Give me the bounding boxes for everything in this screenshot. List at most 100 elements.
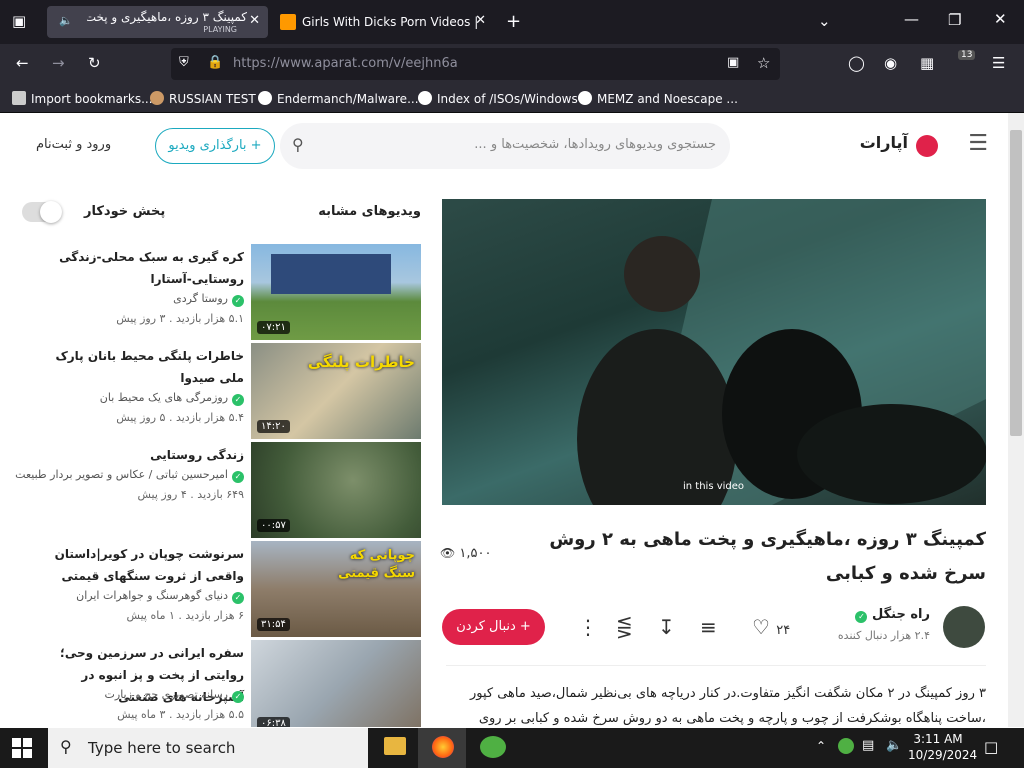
more-options-icon[interactable]: ⋮ [578, 615, 598, 639]
channel-text[interactable]: روستا گردی [173, 292, 228, 305]
notification-icon[interactable]: □ [984, 738, 998, 756]
related-video-title[interactable]: سرنوشت چوپان در کویر|داستان واقعی از ثرو… [29, 543, 244, 587]
menu-icon[interactable]: ☰ [992, 54, 1005, 72]
related-video-title[interactable]: کره گیری به سبک محلی-زندگی روستایی-آستار… [29, 246, 244, 290]
related-video-title[interactable]: زندگی روستایی [29, 444, 244, 466]
url-text[interactable]: https://www.aparat.com/v/eejhn6a [233, 56, 458, 71]
taskbar-clock[interactable]: 3:11 AM 10/29/2024 [908, 731, 978, 763]
like-button[interactable]: ۲۴ ♡ [752, 615, 790, 639]
bookmark-endermanch[interactable]: Endermanch/Malware... [258, 91, 419, 106]
lock-icon[interactable]: 🔒 [207, 55, 223, 70]
close-icon[interactable]: ✕ [475, 13, 486, 28]
google-icon [418, 91, 432, 105]
login-link[interactable]: ورود و ثبت‌نام [36, 137, 111, 152]
network-icon[interactable]: ▤ [862, 738, 874, 753]
pocket-icon[interactable]: ◯ [848, 54, 865, 72]
channel-name[interactable]: راه جنگل ✓ [851, 607, 930, 623]
chevron-down-icon[interactable]: ⌄ [818, 12, 831, 30]
channel-text[interactable]: دنیای گوهرسنگ و جواهرات ایران [76, 589, 228, 602]
scrollbar-thumb[interactable] [1010, 130, 1022, 436]
account-icon[interactable]: ◉ [884, 54, 897, 72]
favicon-icon [280, 14, 296, 30]
related-video-channel[interactable]: ✓ روزمرگی های یک محیط بان [100, 391, 244, 406]
related-video-channel[interactable]: ✓ امیرحسین ثباتی / عکاس و تصویر بردار طبی… [15, 468, 244, 483]
related-video-card[interactable]: خاطرات پلنگی ۱۴:۲۰ خاطرات پلنگی محیط بان… [22, 343, 422, 439]
close-icon[interactable]: ✕ [249, 13, 260, 28]
channel-text[interactable]: رسانه تصویری حج و زیارت [105, 688, 228, 701]
taskbar-search-box[interactable]: ⚲ Type here to search [48, 728, 368, 768]
file-explorer-icon[interactable] [384, 737, 406, 755]
volume-icon[interactable]: 🔈 [886, 738, 902, 753]
google-icon [258, 91, 272, 105]
search-placeholder[interactable]: جستجوی ویدیوهای رویدادها، شخصیت‌ها و ... [474, 137, 716, 152]
related-video-channel[interactable]: ✓ رسانه تصویری حج و زیارت [105, 688, 244, 703]
back-icon[interactable]: ← [16, 54, 29, 72]
video-duration: ۱۴:۲۰ [257, 420, 290, 433]
site-logo[interactable]: آپارات [860, 133, 908, 152]
hamburger-icon[interactable]: ☰ [968, 131, 988, 156]
video-player[interactable]: in this video [442, 199, 986, 505]
shield-icon[interactable]: ⛨ [179, 55, 189, 70]
extensions-icon[interactable]: ▦ [920, 54, 934, 72]
url-bar[interactable]: ⛨ 🔒 https://www.aparat.com/v/eejhn6a ▣ ☆ [171, 48, 780, 80]
autoplay-toggle[interactable] [22, 201, 62, 223]
maximize-icon[interactable]: ❐ [948, 11, 961, 29]
video-thumbnail[interactable]: خاطرات پلنگی ۱۴:۲۰ [251, 343, 421, 439]
speaker-icon[interactable]: 🔈 [59, 14, 73, 27]
new-tab-icon[interactable]: + [506, 11, 521, 32]
divider [446, 665, 986, 666]
verified-icon: ✓ [232, 471, 244, 483]
star-icon[interactable]: ☆ [757, 54, 770, 72]
add-to-playlist-icon[interactable]: ≡ [700, 615, 717, 639]
bookmark-memz[interactable]: MEMZ and Noescape ... [578, 91, 738, 106]
channel-text[interactable]: روزمرگی های یک محیط بان [100, 391, 228, 404]
forward-icon[interactable]: → [52, 54, 65, 72]
video-thumbnail[interactable]: ۰۰:۵۷ [251, 442, 421, 538]
users-app-icon[interactable] [480, 736, 506, 758]
related-video-channel[interactable]: ✓ دنیای گوهرسنگ و جواهرات ایران [76, 589, 244, 604]
tab-list-icon[interactable]: ▣ [12, 12, 26, 30]
upload-video-button[interactable]: + بارگذاری ویدیو [155, 128, 275, 164]
download-icon[interactable]: ↧ [658, 615, 675, 639]
related-video-title[interactable]: خاطرات پلنگی محیط بانان پارک ملی صیدوا [29, 345, 244, 389]
thumbnail-text: خاطرات پلنگی [307, 353, 415, 371]
follow-button[interactable]: + دنبال کردن [442, 609, 545, 645]
picture-in-picture-icon[interactable]: ▣ [727, 55, 739, 70]
channel-text[interactable]: امیرحسین ثباتی / عکاس و تصویر بردار طبیع… [15, 468, 228, 481]
search-icon[interactable]: ⚲ [292, 135, 304, 154]
search-box[interactable]: جستجوی ویدیوهای رویدادها، شخصیت‌ها و ...… [280, 123, 730, 169]
bookmark-isos[interactable]: Index of /ISOs/Windows [418, 91, 578, 106]
related-video-card[interactable]: ۰۰:۵۷ زندگی روستایی ✓ امیرحسین ثباتی / عک… [15, 442, 422, 538]
chevron-up-icon[interactable]: ⌃ [816, 739, 826, 753]
related-video-channel[interactable]: ✓ روستا گردی [173, 292, 244, 307]
firefox-icon[interactable] [432, 736, 454, 758]
reload-icon[interactable]: ↻ [88, 54, 101, 72]
toggle-knob[interactable] [40, 201, 62, 223]
heart-icon[interactable]: ♡ [752, 615, 770, 639]
minimize-icon[interactable]: — [904, 10, 919, 28]
tab-aparat[interactable]: 🔈 کمپینگ ۳ روزه ،ماهیگیری و پخت PLAYING … [47, 6, 268, 38]
channel-avatar[interactable] [943, 606, 985, 648]
bookmark-label: Index of /ISOs/Windows [437, 92, 578, 106]
share-icon[interactable]: ⋛ [616, 615, 633, 639]
video-thumbnail[interactable]: ۰۶:۳۸ [251, 640, 421, 727]
windows-taskbar: ⚲ Type here to search ⌃ ▤ 🔈 3:11 AM 10/2… [0, 728, 1024, 768]
clock-date: 10/29/2024 [908, 748, 978, 762]
video-thumbnail[interactable]: چوپانی که سنگ قیمتی ۳۱:۵۴ [251, 541, 421, 637]
channel-name-text[interactable]: راه جنگل [872, 607, 930, 622]
window-close-icon[interactable]: ✕ [994, 10, 1007, 28]
globe-icon [578, 91, 592, 105]
search-icon[interactable]: ⚲ [60, 737, 72, 756]
bookmark-russian-test[interactable]: RUSSIAN TEST [150, 91, 256, 106]
taskbar-search-placeholder[interactable]: Type here to search [88, 739, 235, 757]
related-video-card[interactable]: ۰۶:۳۸ سفره ایرانی در سرزمین وحی؛ روایتی … [22, 640, 422, 727]
related-video-card[interactable]: ۰۷:۲۱ کره گیری به سبک محلی-زندگی روستایی… [22, 244, 422, 340]
video-thumbnail[interactable]: ۰۷:۲۱ [251, 244, 421, 340]
windows-start-icon[interactable] [12, 738, 32, 758]
tray-app-icon[interactable] [838, 738, 854, 754]
aparat-logo-icon[interactable] [916, 135, 938, 157]
bookmark-import[interactable]: Import bookmarks... [12, 91, 153, 106]
related-video-card[interactable]: چوپانی که سنگ قیمتی ۳۱:۵۴ سرنوشت چوپان د… [22, 541, 422, 637]
tab-second[interactable]: Girls With Dicks Porn Videos | P ✕ [272, 6, 494, 38]
browser-tab-bar: ▣ 🔈 کمپینگ ۳ روزه ،ماهیگیری و پخت PLAYIN… [0, 0, 1024, 44]
